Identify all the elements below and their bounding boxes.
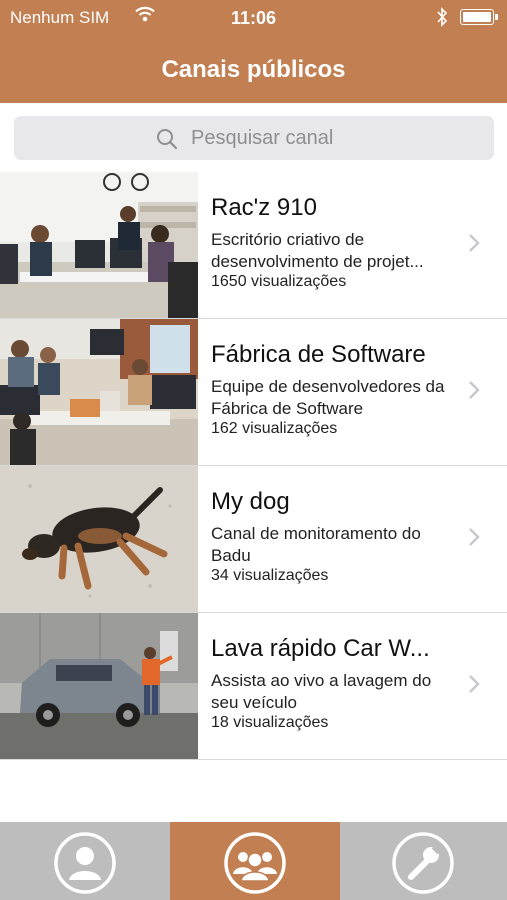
channel-title: My dog bbox=[211, 488, 290, 515]
chevron-right-icon bbox=[468, 233, 480, 258]
page-title: Canais públicos bbox=[161, 56, 346, 83]
channel-thumbnail-dog bbox=[0, 466, 198, 612]
wrench-icon bbox=[391, 831, 455, 900]
clock-label: 11:06 bbox=[230, 8, 277, 28]
battery-icon bbox=[460, 9, 498, 25]
tab-bar bbox=[0, 822, 507, 900]
channel-list: Rac'z 910 Escritório criativo de desenvo… bbox=[0, 172, 507, 760]
channel-description: Assista ao vivo a lavagem do seu veículo bbox=[211, 671, 432, 712]
channel-views: 34 visualizações bbox=[211, 567, 329, 584]
channel-title: Fábrica de Software bbox=[211, 341, 426, 368]
channel-title: Lava rápido Car W... bbox=[211, 635, 430, 662]
channel-description: Canal de monitoramento do Badu bbox=[211, 524, 421, 565]
user-icon bbox=[53, 831, 117, 900]
channel-description: Escritório criativo de desenvolvimento d… bbox=[211, 230, 424, 271]
channel-row[interactable]: Lava rápido Car W... Assista ao vivo a l… bbox=[0, 613, 507, 760]
chevron-right-icon bbox=[468, 527, 480, 552]
channel-views: 162 visualizações bbox=[211, 420, 338, 437]
chevron-right-icon bbox=[468, 674, 480, 699]
tab-settings[interactable] bbox=[340, 822, 507, 900]
channel-row[interactable]: Fábrica de Software Equipe de desenvolve… bbox=[0, 319, 507, 466]
channel-thumbnail-software-factory bbox=[0, 319, 198, 465]
channel-thumbnail-office bbox=[0, 172, 198, 318]
channel-row[interactable]: My dog Canal de monitoramento do Badu 34… bbox=[0, 466, 507, 613]
search-bar: Pesquisar canal bbox=[0, 103, 507, 172]
channel-views: 1650 visualizações bbox=[211, 273, 347, 290]
group-icon bbox=[223, 831, 287, 900]
app-header: Nenhum SIM 11:06 Canais públicos bbox=[0, 0, 507, 103]
channel-row[interactable]: Rac'z 910 Escritório criativo de desenvo… bbox=[0, 172, 507, 319]
search-icon bbox=[156, 128, 178, 156]
search-placeholder: Pesquisar canal bbox=[191, 127, 334, 149]
tab-profile[interactable] bbox=[0, 822, 170, 900]
search-input[interactable]: Pesquisar canal bbox=[14, 116, 494, 160]
channel-views: 18 visualizações bbox=[211, 714, 329, 731]
chevron-right-icon bbox=[468, 380, 480, 405]
status-bar: Nenhum SIM 11:06 bbox=[0, 0, 507, 36]
tab-channels[interactable] bbox=[170, 822, 340, 900]
bluetooth-icon bbox=[436, 7, 448, 32]
channel-thumbnail-car-wash bbox=[0, 613, 198, 759]
channel-title: Rac'z 910 bbox=[211, 194, 317, 221]
channel-description: Equipe de desenvolvedores da Fábrica de … bbox=[211, 377, 445, 418]
